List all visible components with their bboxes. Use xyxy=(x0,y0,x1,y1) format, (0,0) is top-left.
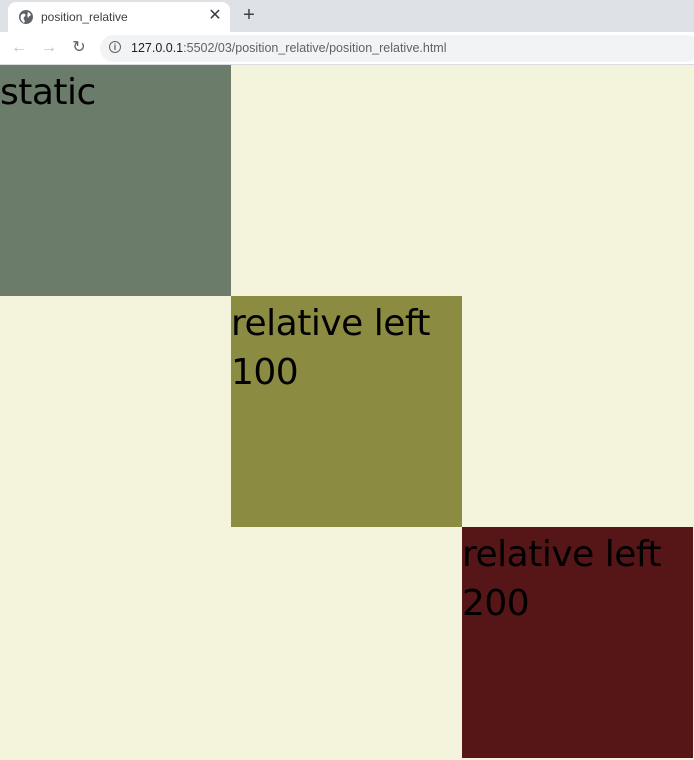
url-text[interactable]: 127.0.0.1:5502/03/position_relative/posi… xyxy=(131,41,447,55)
browser-tab[interactable]: position_relative ✕ xyxy=(8,2,230,32)
browser-toolbar: ← → ↻ i 127.0.0.1:5502/03/position_relat… xyxy=(0,32,694,65)
info-icon[interactable]: i xyxy=(109,41,121,53)
reload-icon[interactable]: ↻ xyxy=(69,38,89,58)
page-viewport: static relative left 100 relative left 2… xyxy=(0,65,694,760)
address-bar[interactable]: i 127.0.0.1:5502/03/position_relative/po… xyxy=(100,35,694,62)
globe-icon xyxy=(19,10,33,24)
static-box: static xyxy=(0,65,231,296)
close-icon[interactable]: ✕ xyxy=(206,7,224,25)
browser-chrome: position_relative ✕ + ← → ↻ i 127.0.0.1:… xyxy=(0,0,694,65)
relative-left-100-box: relative left 100 xyxy=(231,296,462,527)
tab-strip: position_relative ✕ + xyxy=(0,0,694,32)
relative-left-200-box: relative left 200 xyxy=(462,527,693,758)
forward-arrow-icon[interactable]: → xyxy=(39,38,59,58)
url-path: :5502/03/position_relative/position_rela… xyxy=(183,41,447,55)
url-host: 127.0.0.1 xyxy=(131,41,184,55)
tab-title: position_relative xyxy=(41,10,128,24)
back-arrow-icon[interactable]: ← xyxy=(9,38,29,58)
new-tab-button[interactable]: + xyxy=(238,4,260,26)
